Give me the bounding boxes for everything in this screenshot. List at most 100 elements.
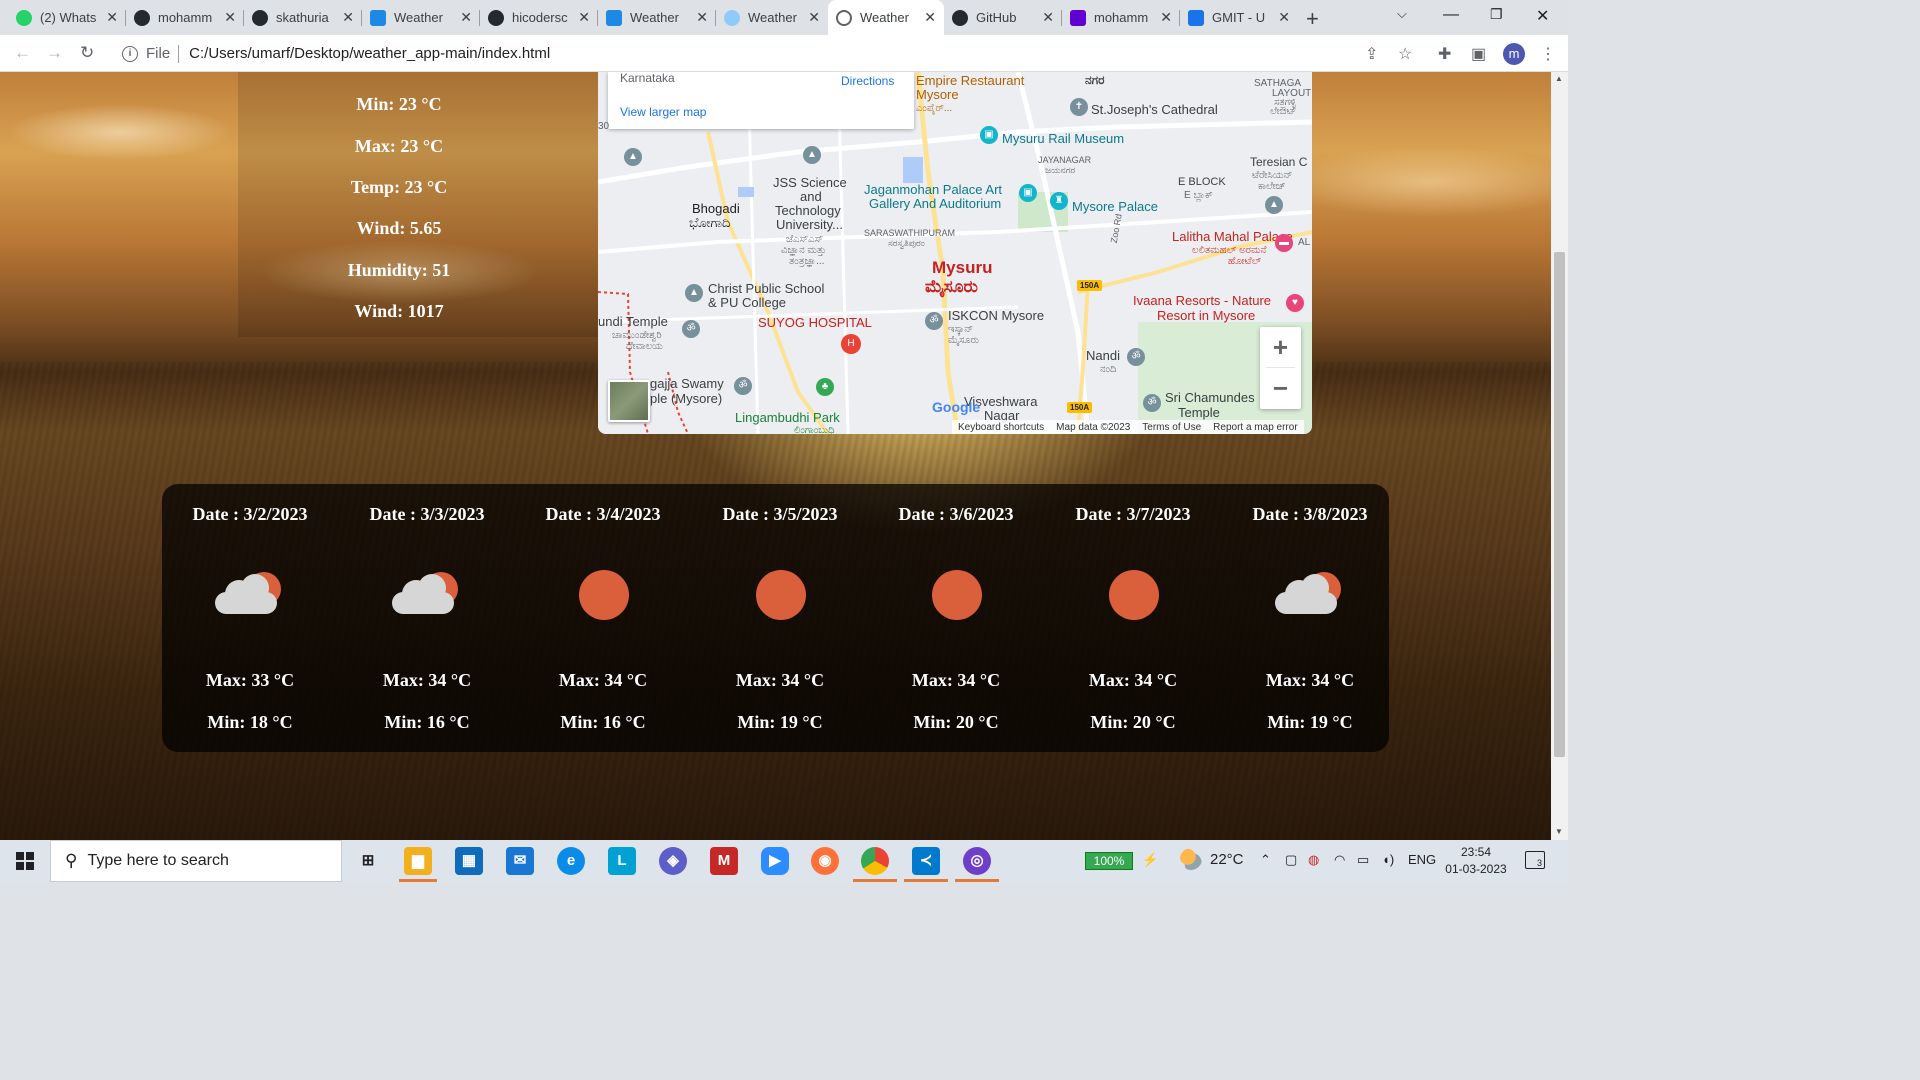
close-icon[interactable]: ✕ bbox=[1160, 9, 1172, 26]
tab-github-2[interactable]: skathuria ✕ bbox=[244, 3, 362, 32]
bookmark-star-icon[interactable]: ☆ bbox=[1398, 44, 1412, 64]
tab-weather-1[interactable]: Weather ✕ bbox=[362, 3, 480, 32]
map-label[interactable]: Teresian C bbox=[1250, 156, 1307, 169]
zoom-in-button[interactable]: + bbox=[1260, 327, 1301, 368]
map-label[interactable]: Nandi bbox=[1086, 349, 1120, 362]
museum-pin-icon[interactable]: ▣ bbox=[980, 126, 998, 144]
map-label[interactable]: gajja Swamy bbox=[650, 377, 724, 390]
tab-github-1[interactable]: mohamm ✕ bbox=[126, 3, 244, 32]
address-bar[interactable]: i File C:/Users/umarf/Desktop/weather_ap… bbox=[112, 39, 1352, 68]
wifi-icon[interactable]: ◠ bbox=[1334, 852, 1345, 868]
close-icon[interactable]: ✕ bbox=[1278, 9, 1290, 26]
close-icon[interactable]: ✕ bbox=[342, 9, 354, 26]
close-icon[interactable]: ✕ bbox=[460, 9, 472, 26]
notification-center-icon[interactable]: 3 bbox=[1525, 851, 1545, 869]
scroll-down-arrow-icon[interactable]: ▼ bbox=[1555, 827, 1563, 836]
terms-link[interactable]: Terms of Use bbox=[1136, 422, 1207, 433]
microsoft-store-icon[interactable]: ▦ bbox=[455, 847, 483, 875]
close-icon[interactable]: ✕ bbox=[1042, 9, 1054, 26]
taskbar-search-box[interactable]: ⚲ Type here to search bbox=[50, 840, 342, 882]
battery-tray-icon[interactable]: ▭ bbox=[1357, 852, 1369, 868]
loop-app-icon[interactable]: ◈ bbox=[659, 847, 687, 875]
map-label[interactable]: Mysuru Rail Museum bbox=[1002, 132, 1124, 145]
map-label[interactable]: Ivaana Resorts - Nature bbox=[1133, 294, 1271, 307]
security-status-icon[interactable]: ◍ bbox=[1308, 852, 1319, 868]
university-pin-icon[interactable]: ▲ bbox=[803, 146, 821, 164]
directions-link[interactable]: Directions bbox=[841, 74, 894, 88]
scroll-up-arrow-icon[interactable]: ▲ bbox=[1555, 74, 1563, 83]
google-map-embed[interactable]: Karnataka Directions View larger map Emp… bbox=[598, 72, 1312, 434]
back-arrow-icon[interactable]: ← bbox=[14, 43, 31, 63]
keyboard-shortcuts-link[interactable]: Keyboard shortcuts bbox=[952, 422, 1050, 433]
weather-widget[interactable]: 22°C bbox=[1180, 848, 1244, 870]
map-label[interactable]: Sri Chamundes bbox=[1165, 391, 1255, 404]
map-label[interactable]: JSS Science bbox=[773, 176, 847, 189]
vscode-icon[interactable]: ≺ bbox=[912, 847, 940, 875]
volume-icon[interactable]: ◖) bbox=[1382, 852, 1394, 867]
zoom-icon[interactable]: ▶ bbox=[761, 847, 789, 875]
close-icon[interactable]: ✕ bbox=[578, 9, 590, 26]
map-label[interactable]: Lingambudhi Park bbox=[735, 411, 840, 424]
close-icon[interactable]: ✕ bbox=[106, 9, 118, 26]
temple-pin-icon[interactable]: ॐ bbox=[734, 377, 752, 395]
college-pin-icon[interactable]: ▲ bbox=[1265, 196, 1283, 214]
satellite-toggle-thumbnail[interactable] bbox=[608, 380, 650, 422]
menu-kebab-icon[interactable]: ⋮ bbox=[1540, 44, 1556, 64]
temple-pin-icon[interactable]: ॐ bbox=[682, 320, 700, 338]
tab-weather-3[interactable]: Weather ✕ bbox=[716, 3, 828, 32]
tab-weather-2[interactable]: Weather ✕ bbox=[598, 3, 716, 32]
windows-start-icon[interactable] bbox=[16, 852, 34, 870]
tab-github-4[interactable]: GitHub ✕ bbox=[944, 3, 1062, 32]
tab-search-chevron-icon[interactable]: ⌵ bbox=[1397, 6, 1407, 22]
clock[interactable]: 23:54 01-03-2023 bbox=[1438, 844, 1514, 878]
edge-icon[interactable]: e bbox=[557, 847, 585, 875]
task-view-icon[interactable]: ⊞ bbox=[354, 847, 382, 875]
map-label[interactable]: St.Joseph's Cathedral bbox=[1091, 103, 1218, 116]
map-label[interactable]: Empire Restaurant bbox=[916, 74, 1024, 87]
resort-pin-icon[interactable]: ♥ bbox=[1286, 294, 1304, 312]
page-scrollbar[interactable]: ▲ ▼ bbox=[1551, 72, 1568, 840]
side-panel-icon[interactable]: ▣ bbox=[1471, 44, 1486, 64]
reload-icon[interactable]: ↻ bbox=[80, 43, 94, 63]
mcafee-icon[interactable]: M bbox=[710, 847, 738, 875]
firefox-icon[interactable]: ◉ bbox=[811, 847, 839, 875]
zoom-out-button[interactable]: − bbox=[1260, 368, 1301, 409]
tab-weather-active[interactable]: Weather ✕ bbox=[828, 0, 944, 35]
temple-pin-icon[interactable]: ॐ bbox=[1127, 348, 1145, 366]
chrome-icon[interactable] bbox=[861, 847, 889, 875]
temple-pin-icon[interactable]: ॐ bbox=[1143, 394, 1161, 412]
scrollbar-thumb[interactable] bbox=[1554, 252, 1565, 757]
church-pin-icon[interactable]: ✝ bbox=[1070, 98, 1088, 116]
close-icon[interactable]: ✕ bbox=[808, 9, 820, 26]
github-desktop-icon[interactable]: ◎ bbox=[963, 847, 991, 875]
tab-yahoo[interactable]: mohamm ✕ bbox=[1062, 3, 1180, 32]
profile-avatar[interactable]: m bbox=[1503, 43, 1525, 65]
school-pin-icon[interactable]: ▲ bbox=[624, 148, 642, 166]
tab-whatsapp[interactable]: (2) Whats ✕ bbox=[8, 3, 126, 32]
close-icon[interactable]: ✕ bbox=[924, 9, 936, 26]
map-label[interactable]: Mysore Palace bbox=[1072, 200, 1158, 213]
map-label[interactable]: ISKCON Mysore bbox=[948, 309, 1044, 322]
hospital-pin-icon[interactable]: H bbox=[841, 334, 861, 354]
language-indicator[interactable]: ENG bbox=[1408, 852, 1436, 867]
share-icon[interactable]: ⇪ bbox=[1365, 44, 1378, 64]
file-explorer-icon[interactable]: ▆ bbox=[404, 847, 432, 875]
gallery-pin-icon[interactable]: ▣ bbox=[1019, 184, 1037, 202]
city-label[interactable]: Mysuru bbox=[932, 258, 992, 277]
report-error-link[interactable]: Report a map error bbox=[1207, 422, 1303, 433]
restore-icon[interactable]: ❐ bbox=[1490, 6, 1503, 23]
new-tab-button[interactable]: + bbox=[1306, 6, 1319, 32]
info-icon[interactable]: i bbox=[122, 45, 138, 62]
map-label[interactable]: SUYOG HOSPITAL bbox=[758, 316, 872, 329]
close-icon[interactable]: ✕ bbox=[224, 9, 236, 26]
map-label[interactable]: undi Temple bbox=[598, 315, 668, 328]
window-close-icon[interactable]: ✕ bbox=[1536, 6, 1549, 26]
temple-pin-icon[interactable]: ॐ bbox=[925, 312, 943, 330]
view-larger-map-link[interactable]: View larger map bbox=[620, 105, 706, 119]
forward-arrow-icon[interactable]: → bbox=[46, 43, 63, 63]
map-label[interactable]: Jaganmohan Palace Art bbox=[864, 183, 1002, 196]
minimize-icon[interactable]: — bbox=[1443, 6, 1459, 24]
tab-github-3[interactable]: hicodersc ✕ bbox=[480, 3, 598, 32]
url-text[interactable]: C:/Users/umarf/Desktop/weather_app-main/… bbox=[189, 45, 550, 62]
hotel-pin-icon[interactable]: ▬ bbox=[1275, 234, 1293, 252]
